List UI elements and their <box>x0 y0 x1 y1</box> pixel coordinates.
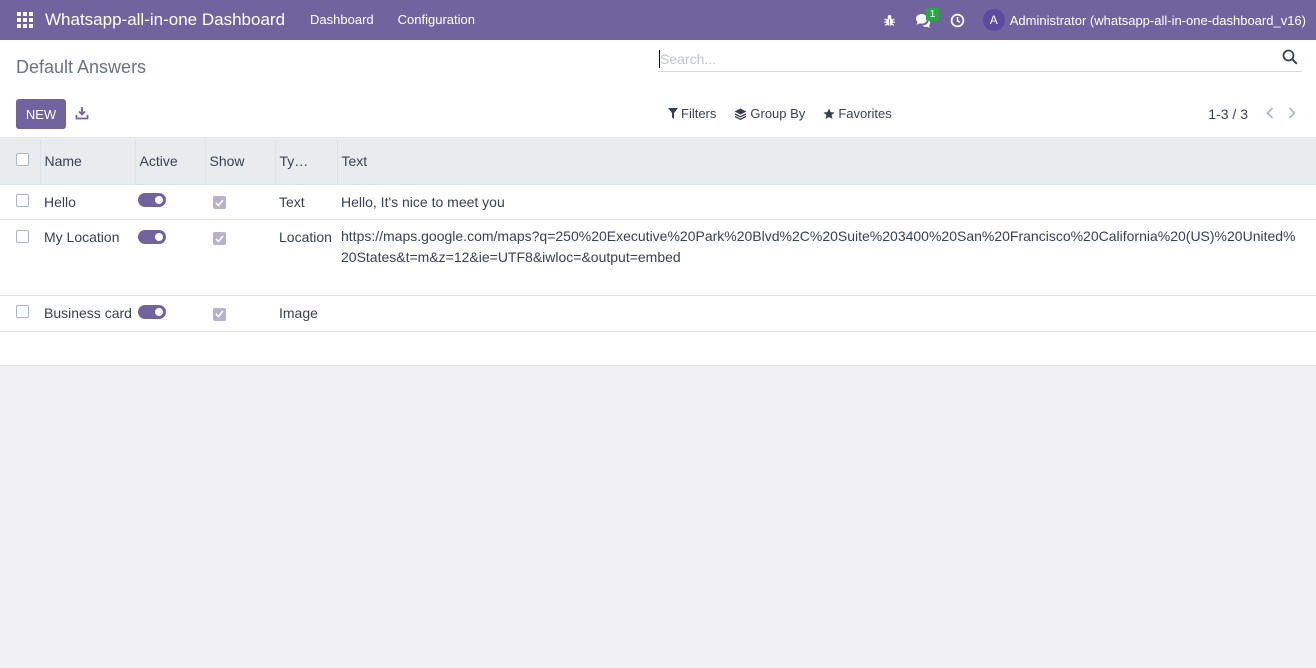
group-by-dropdown[interactable]: Group By <box>734 106 805 121</box>
layers-icon <box>734 108 747 120</box>
search-bar <box>658 46 1302 72</box>
search-panel-toggles: Filters Group By Favorites <box>668 106 910 121</box>
filters-dropdown[interactable]: Filters <box>668 106 716 121</box>
clock-icon[interactable] <box>941 0 975 40</box>
show-cell <box>205 183 275 219</box>
top-navbar: Whatsapp-all-in-one Dashboard Dashboard … <box>0 0 1316 40</box>
avatar: A <box>982 9 1005 31</box>
search-icon[interactable] <box>1282 49 1300 67</box>
bug-icon[interactable] <box>873 0 907 40</box>
name-cell: Hello <box>40 183 135 219</box>
table-row[interactable]: My Location Location https://maps.google… <box>0 218 1316 295</box>
favorites-label: Favorites <box>838 106 892 121</box>
type-cell: Text <box>275 183 337 219</box>
select-all-cell <box>0 139 41 184</box>
user-name: Administrator (whatsapp-all-in-one-dashb… <box>1009 12 1306 28</box>
text-caret <box>659 50 660 68</box>
column-header-show[interactable]: Show <box>205 139 276 184</box>
empty-row <box>0 330 1316 366</box>
show-checkbox <box>213 307 226 321</box>
active-toggle[interactable] <box>138 229 166 244</box>
type-cell: Location <box>275 218 337 295</box>
app-brand[interactable]: Whatsapp-all-in-one Dashboard <box>45 10 285 30</box>
show-checkbox <box>213 232 226 245</box>
table-row[interactable]: Business card Image <box>0 294 1316 331</box>
active-cell <box>135 183 205 219</box>
text-cell: Hello, It's nice to meet you <box>337 183 1316 219</box>
column-header-text[interactable]: Text <box>337 139 1316 184</box>
show-cell <box>205 218 275 295</box>
user-menu[interactable]: A Administrator (whatsapp-all-in-one-das… <box>975 9 1316 31</box>
name-cell: Business card <box>40 294 135 331</box>
active-cell <box>135 218 205 295</box>
row-select-cell <box>0 183 40 219</box>
navbar-systray: 1 A Administrator (whatsapp-all-in-one-d… <box>873 0 1316 40</box>
new-button[interactable]: NEW <box>16 99 66 129</box>
apps-grid-icon[interactable] <box>0 0 49 40</box>
star-icon <box>823 108 835 119</box>
menu-configuration[interactable]: Configuration <box>386 0 487 40</box>
name-cell: My Location <box>40 218 135 295</box>
filters-label: Filters <box>681 106 717 121</box>
control-panel: Default Answers NEW Filters Group By Fav… <box>0 40 1316 138</box>
chevron-right-icon[interactable] <box>1288 106 1296 122</box>
messages-badge: 1 <box>925 8 940 21</box>
group-by-label: Group By <box>750 106 806 121</box>
row-checkbox[interactable] <box>16 305 29 318</box>
table-header-row: Name Active Show Ty… Text <box>0 139 1316 184</box>
search-input[interactable] <box>660 48 1270 70</box>
show-checkbox <box>213 196 226 209</box>
list-view: Name Active Show Ty… Text Hello Text Hel… <box>0 139 1316 366</box>
pager-value[interactable]: 1-3 / 3 <box>1208 106 1248 122</box>
active-toggle[interactable] <box>138 304 166 319</box>
row-select-cell <box>0 294 40 331</box>
download-icon[interactable] <box>75 106 89 120</box>
table-row[interactable]: Hello Text Hello, It's nice to meet you <box>0 183 1316 219</box>
favorites-dropdown[interactable]: Favorites <box>823 106 892 121</box>
row-checkbox[interactable] <box>16 229 29 243</box>
show-cell <box>205 294 275 331</box>
row-select-cell <box>0 218 40 295</box>
column-header-type[interactable]: Ty… <box>275 139 338 184</box>
active-toggle[interactable] <box>138 193 166 207</box>
type-cell: Image <box>275 294 337 331</box>
page-title: Default Answers <box>16 57 147 77</box>
column-header-active[interactable]: Active <box>135 139 206 184</box>
row-checkbox[interactable] <box>16 193 29 207</box>
column-header-name[interactable]: Name <box>40 139 136 184</box>
text-cell <box>337 294 1316 331</box>
select-all-checkbox[interactable] <box>16 153 29 167</box>
empty-cell <box>0 330 1316 366</box>
records-table: Name Active Show Ty… Text Hello Text Hel… <box>0 139 1316 366</box>
chat-icon[interactable]: 1 <box>907 0 941 40</box>
text-cell: https://maps.google.com/maps?q=250%20Exe… <box>337 218 1316 295</box>
filter-icon <box>668 108 678 119</box>
active-cell <box>135 294 205 331</box>
chevron-left-icon[interactable] <box>1266 106 1274 122</box>
menu-dashboard[interactable]: Dashboard <box>298 0 386 40</box>
